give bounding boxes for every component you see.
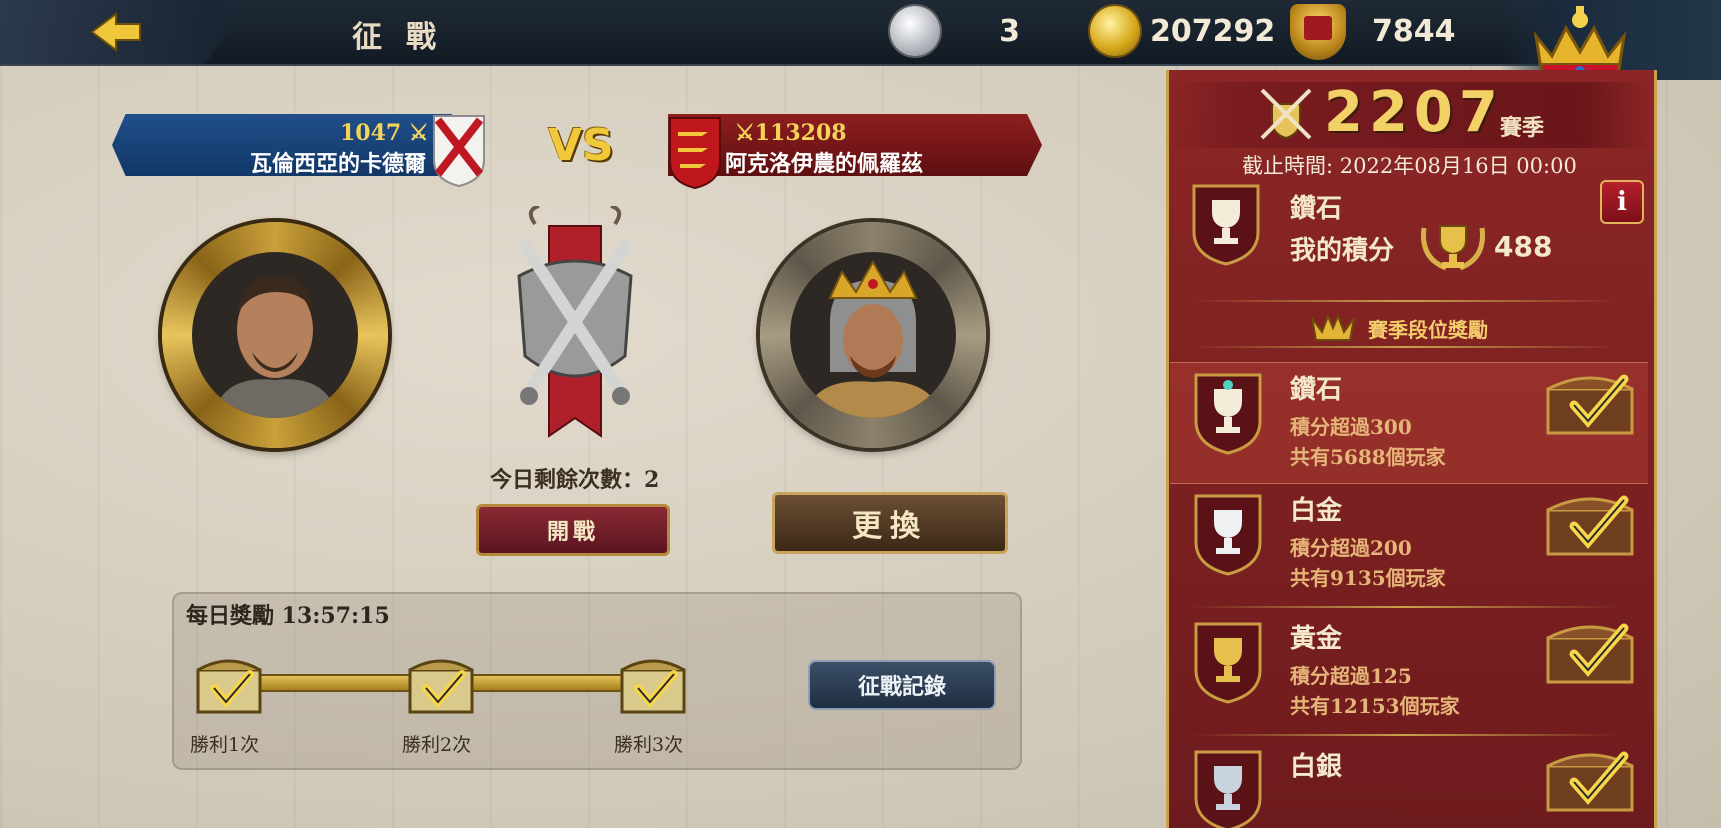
divider bbox=[1190, 346, 1620, 348]
enemy-name: 阿克洛伊農的佩羅茲 bbox=[725, 151, 924, 177]
enemy-portrait[interactable] bbox=[760, 222, 986, 448]
season-deadline: 截止時間: 2022年08月16日 00:00 bbox=[1242, 154, 1577, 178]
reward-chest-icon[interactable] bbox=[1544, 746, 1636, 812]
tier-player-count: 共有12153個玩家 bbox=[1290, 694, 1460, 718]
daily-reward-timer: 每日獎勵 13:57:15 bbox=[186, 603, 390, 629]
silver-trophy-icon bbox=[1192, 748, 1264, 828]
divider bbox=[1190, 300, 1620, 302]
tier-requirement: 積分超過125 bbox=[1290, 664, 1412, 688]
daily-chest-2[interactable] bbox=[408, 656, 474, 714]
daily-chest-1[interactable] bbox=[196, 656, 262, 714]
honor-count: 7844 bbox=[1372, 14, 1456, 49]
remaining-attempts-label: 今日剩餘次數：2 bbox=[490, 467, 660, 493]
tier-row-platinum[interactable]: 白金 積分超過200 共有9135個玩家 bbox=[1170, 484, 1648, 604]
reward-chest-icon[interactable] bbox=[1544, 618, 1636, 684]
reward-chest-icon[interactable] bbox=[1544, 369, 1636, 435]
crossed-swords-icon: ⚔ bbox=[735, 120, 755, 146]
tier-name: 黃金 bbox=[1290, 624, 1343, 654]
gold-trophy-icon bbox=[1192, 620, 1264, 704]
battle-record-button[interactable]: 征戰記錄 bbox=[808, 660, 996, 710]
back-arrow-icon bbox=[90, 12, 141, 52]
top-bar bbox=[0, 0, 1721, 66]
crossed-swords-icon: ⚔ bbox=[401, 120, 429, 146]
enemy-power: ⚔113208 bbox=[735, 120, 847, 146]
season-label: 賽季 bbox=[1500, 115, 1545, 141]
info-button[interactable]: i bbox=[1600, 180, 1644, 224]
enemy-face bbox=[790, 252, 956, 418]
season-score: 2207 bbox=[1324, 80, 1504, 145]
daily-chest-3[interactable] bbox=[620, 656, 686, 714]
player-name: 瓦倫西亞的卡德爾 bbox=[250, 151, 427, 177]
silver-count: 3 bbox=[999, 14, 1020, 49]
gold-coin-icon bbox=[1090, 6, 1140, 56]
divider bbox=[1190, 606, 1620, 608]
shield-swords-icon bbox=[1258, 86, 1314, 146]
start-battle-button[interactable]: 開戰 bbox=[476, 504, 670, 556]
page-title: 征戰 bbox=[352, 20, 460, 55]
honor-crest-icon bbox=[1290, 4, 1346, 60]
tier-row-gold[interactable]: 黃金 積分超過125 共有12153個玩家 bbox=[1170, 612, 1648, 732]
tier-row-silver[interactable]: 白銀 bbox=[1170, 740, 1648, 828]
crossed-swords-emblem bbox=[505, 204, 645, 460]
tier-name: 鑽石 bbox=[1290, 375, 1343, 405]
diamond-trophy-icon bbox=[1192, 371, 1264, 455]
player-portrait[interactable] bbox=[162, 222, 388, 448]
silver-coin-icon bbox=[890, 6, 940, 56]
rank-trophy-icon bbox=[1190, 182, 1262, 266]
vs-label: VS bbox=[548, 120, 614, 171]
platinum-trophy-icon bbox=[1192, 492, 1264, 576]
trophy-icon bbox=[1418, 218, 1488, 280]
reward-chest-icon[interactable] bbox=[1544, 490, 1636, 556]
my-score-value: 488 bbox=[1494, 230, 1553, 263]
enemy-shield-icon bbox=[668, 116, 722, 190]
tier-requirement: 積分超過300 bbox=[1290, 415, 1412, 439]
divider bbox=[1190, 734, 1620, 736]
player-shield-icon bbox=[432, 114, 486, 188]
tier-player-count: 共有9135個玩家 bbox=[1290, 566, 1446, 590]
player-power: 1047 ⚔ bbox=[340, 120, 429, 146]
season-rewards-title: 賽季段位獎勵 bbox=[1368, 318, 1488, 342]
tier-row-diamond[interactable]: 鑽石 積分超過300 共有5688個玩家 bbox=[1170, 362, 1648, 484]
milestone-label-3: 勝利3次 bbox=[614, 734, 684, 756]
my-score-label: 我的積分 bbox=[1290, 236, 1395, 266]
change-opponent-button[interactable]: 更換 bbox=[772, 492, 1008, 554]
player-face bbox=[192, 252, 358, 418]
tier-player-count: 共有5688個玩家 bbox=[1290, 445, 1446, 469]
small-crown-icon bbox=[1310, 310, 1356, 346]
tier-name: 白銀 bbox=[1290, 752, 1343, 782]
gold-count: 207292 bbox=[1150, 14, 1276, 49]
milestone-label-1: 勝利1次 bbox=[190, 734, 260, 756]
tier-name: 白金 bbox=[1290, 496, 1343, 526]
tier-requirement: 積分超過200 bbox=[1290, 536, 1412, 560]
current-rank-name: 鑽石 bbox=[1290, 194, 1343, 224]
milestone-label-2: 勝利2次 bbox=[402, 734, 472, 756]
